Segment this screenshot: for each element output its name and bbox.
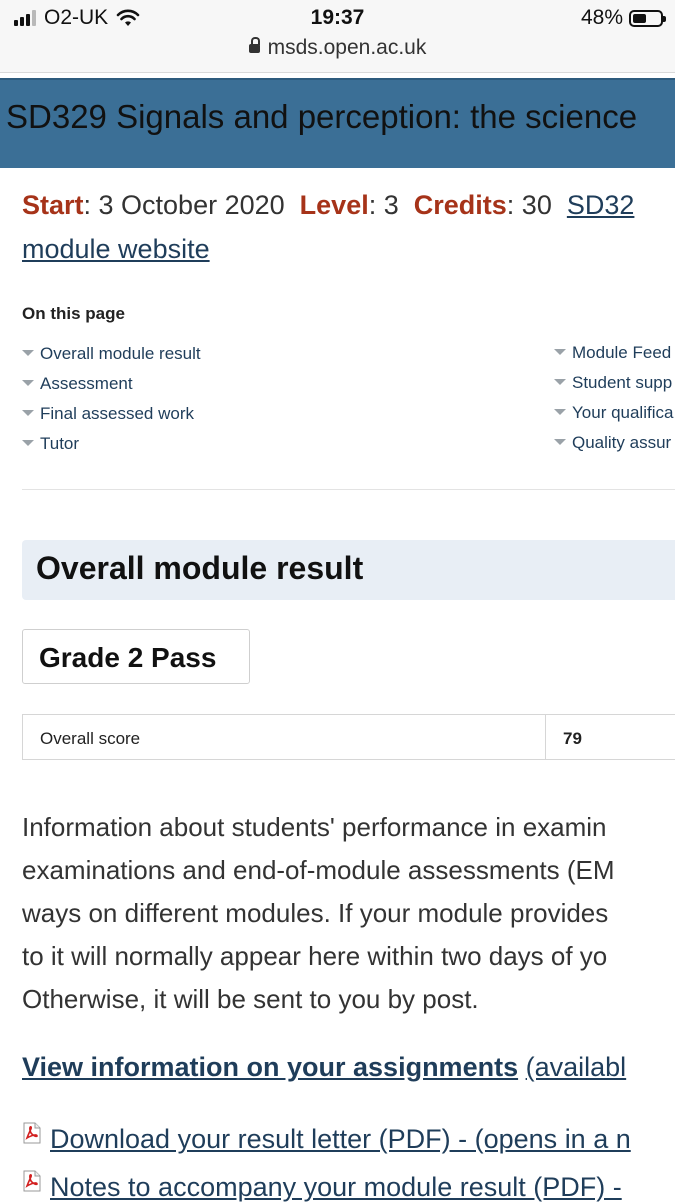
- assignments-row: View information on your assignments (av…: [22, 1052, 626, 1083]
- score-table-row: Overall score 79: [22, 714, 675, 760]
- module-header: SD329 Signals and perception: the scienc…: [0, 78, 675, 168]
- on-this-page-right-list: Module Feed Student supp Your qualifica …: [554, 343, 673, 463]
- assignments-availability-note[interactable]: (availabl: [526, 1052, 627, 1082]
- clock: 19:37: [310, 6, 365, 29]
- section-divider: [22, 489, 675, 490]
- nav-item-label: Quality assur: [572, 433, 672, 452]
- module-title: SD329 Signals and perception: the scienc…: [6, 98, 638, 135]
- nav-item-student-support[interactable]: Student supp: [554, 373, 673, 403]
- chevron-down-icon: [22, 440, 34, 446]
- address-text: msds.open.ac.uk: [267, 36, 427, 59]
- score-value: 79: [563, 729, 582, 748]
- section-title: Overall module result: [36, 550, 364, 586]
- nav-item-module-feedback[interactable]: Module Feed: [554, 343, 673, 373]
- nav-item-label: Student supp: [572, 373, 673, 392]
- nav-item-final-assessed-work[interactable]: Final assessed work: [22, 404, 201, 434]
- start-label: Start: [22, 190, 84, 220]
- paragraph-line: Otherwise, it will be sent to you by pos…: [22, 984, 479, 1014]
- battery-percent: 48%: [580, 6, 623, 29]
- nav-item-your-qualification[interactable]: Your qualifica: [554, 403, 673, 433]
- nav-item-quality-assurance[interactable]: Quality assur: [554, 433, 673, 463]
- nav-item-label: Module Feed: [572, 343, 672, 362]
- view-assignments-link[interactable]: View information on your assignments: [22, 1052, 518, 1082]
- credits-value: : 30: [506, 190, 552, 220]
- nav-item-label: Tutor: [40, 434, 80, 453]
- nav-item-label: Overall module result: [40, 344, 201, 363]
- paragraph-line: Information about students' performance …: [22, 812, 607, 842]
- module-meta: Start: 3 October 2020 Level: 3 Credits: …: [22, 190, 634, 221]
- lock-icon: [248, 37, 260, 53]
- info-paragraph: Information about students' performance …: [22, 806, 615, 1021]
- address-bar[interactable]: msds.open.ac.uk: [0, 36, 675, 60]
- nav-item-assessment[interactable]: Assessment: [22, 374, 201, 404]
- credits-label: Credits: [413, 190, 507, 220]
- level-value: : 3: [368, 190, 399, 220]
- level-label: Level: [299, 190, 369, 220]
- start-value: : 3 October 2020: [83, 190, 285, 220]
- chevron-down-icon: [554, 349, 566, 355]
- module-notes-row: Notes to accompany your module result (P…: [22, 1170, 622, 1203]
- nav-item-tutor[interactable]: Tutor: [22, 434, 201, 464]
- score-label: Overall score: [40, 729, 141, 748]
- paragraph-line: examinations and end-of-module assessmen…: [22, 855, 615, 885]
- chevron-down-icon: [554, 379, 566, 385]
- grade-badge: Grade 2 Pass: [22, 629, 250, 684]
- nav-item-label: Assessment: [40, 374, 133, 393]
- status-bar: O2-UK 19:37 48% msds.open.ac.uk: [0, 0, 675, 73]
- nav-item-overall-result[interactable]: Overall module result: [22, 344, 201, 374]
- chevron-down-icon: [22, 410, 34, 416]
- paragraph-line: ways on different modules. If your modul…: [22, 898, 609, 928]
- paragraph-line: to it will normally appear here within t…: [22, 941, 608, 971]
- chevron-down-icon: [22, 380, 34, 386]
- module-website-link[interactable]: module website: [22, 234, 210, 264]
- nav-item-label: Final assessed work: [40, 404, 195, 423]
- download-result-letter-link[interactable]: Download your result letter (PDF) - (ope…: [50, 1124, 631, 1154]
- chevron-down-icon: [554, 409, 566, 415]
- pdf-file-icon: [23, 1170, 41, 1192]
- on-this-page-heading: On this page: [22, 304, 125, 323]
- pdf-file-icon: [23, 1122, 41, 1144]
- module-code-link[interactable]: SD32: [567, 190, 635, 220]
- battery-group: 48%: [580, 6, 666, 30]
- result-letter-row: Download your result letter (PDF) - (ope…: [22, 1122, 631, 1155]
- on-this-page-left-list: Overall module result Assessment Final a…: [22, 344, 201, 464]
- nav-item-label: Your qualifica: [572, 403, 674, 422]
- chevron-down-icon: [554, 439, 566, 445]
- overall-result-section-header: Overall module result: [22, 540, 675, 600]
- battery-icon: [629, 9, 666, 27]
- module-result-notes-link[interactable]: Notes to accompany your module result (P…: [50, 1172, 622, 1202]
- cell-divider: [545, 715, 546, 759]
- module-website-row: module website: [22, 234, 210, 265]
- chevron-down-icon: [22, 350, 34, 356]
